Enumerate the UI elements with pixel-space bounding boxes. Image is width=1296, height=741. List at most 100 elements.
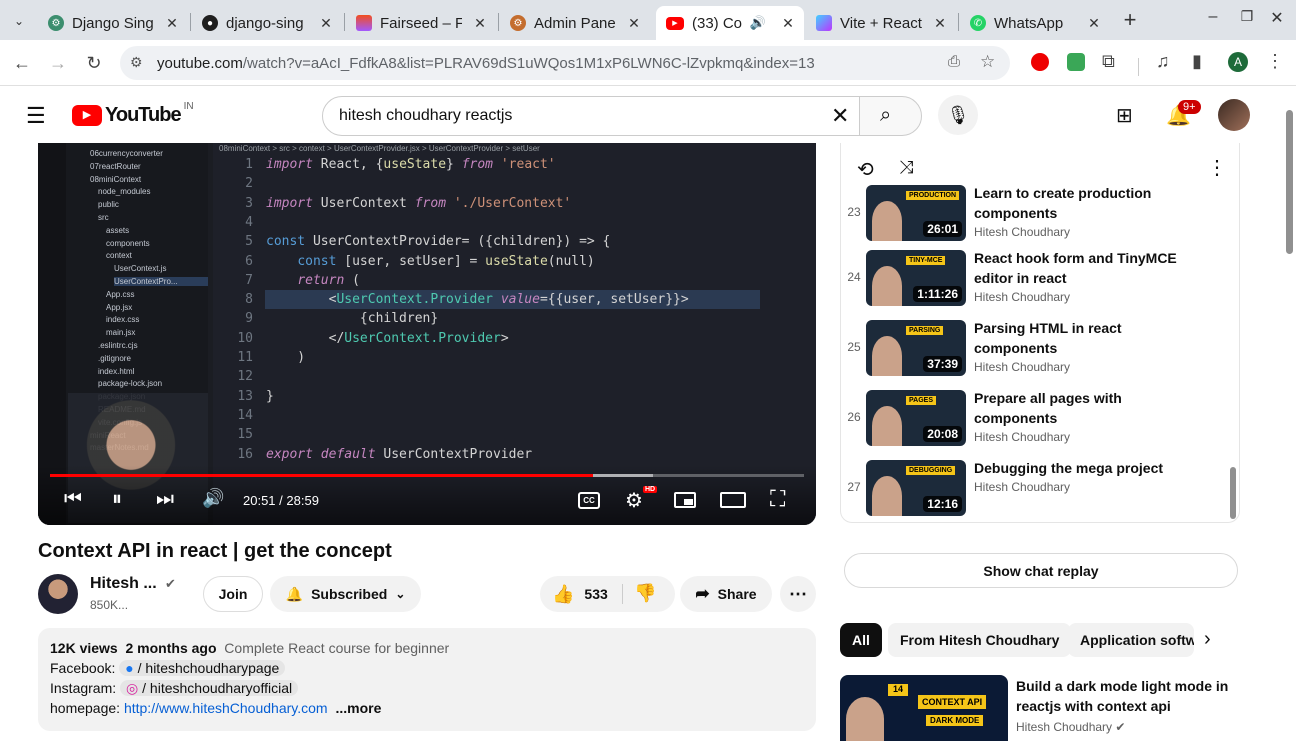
chip-from-channel[interactable]: From Hitesh Choudhary xyxy=(888,623,1072,657)
file-tree-item[interactable]: UserContextPro... xyxy=(114,277,208,286)
restore-icon[interactable]: ❐ xyxy=(1236,8,1258,25)
chip-all[interactable]: All xyxy=(840,623,882,657)
bookmark-star-icon[interactable]: ☆ xyxy=(980,52,995,72)
playlist-item[interactable]: 25 PARSING 37:39 Parsing HTML in react comp… xyxy=(841,320,1231,380)
playlist-item-title[interactable]: React hook form and TinyMCE editor in re… xyxy=(974,248,1194,288)
account-avatar[interactable] xyxy=(1218,99,1250,131)
playlist-item-title[interactable]: Debugging the mega project xyxy=(974,458,1194,478)
facebook-link[interactable]: ● / hiteshchoudharypage xyxy=(119,660,286,676)
close-icon[interactable]: ✕ xyxy=(778,15,798,32)
shield-extension-icon[interactable] xyxy=(1067,53,1085,71)
progress-bar[interactable] xyxy=(50,474,804,477)
close-icon[interactable]: ✕ xyxy=(162,15,182,32)
site-info-icon[interactable]: ⚙ xyxy=(130,54,143,71)
shuffle-icon[interactable]: ⤨ xyxy=(899,157,913,178)
tab-admin[interactable]: ⚙ Admin Pane ✕ xyxy=(500,6,650,40)
tab-youtube[interactable]: ▶ (33) Cont 🔊 ✕ xyxy=(656,6,804,40)
pause-icon[interactable]: ⏸ xyxy=(112,488,122,511)
recommended-thumbnail[interactable]: 14 CONTEXT API DARK MODE xyxy=(840,675,1008,741)
next-icon[interactable]: ⏭ xyxy=(156,488,174,511)
loop-icon[interactable]: ⟲ xyxy=(857,157,874,182)
close-icon[interactable]: ✕ xyxy=(930,15,950,32)
window-close-icon[interactable]: ✕ xyxy=(1266,8,1288,28)
recommended-author[interactable]: Hitesh Choudhary ✔ xyxy=(1016,720,1125,734)
file-tree-item[interactable]: App.jsx xyxy=(106,303,132,312)
file-tree-item[interactable]: .gitignore xyxy=(98,354,131,363)
file-tree-item[interactable]: UserContext.js xyxy=(114,264,166,273)
file-tree-item[interactable]: src xyxy=(98,213,109,222)
playlist-thumbnail[interactable]: PARSING 37:39 xyxy=(866,320,966,376)
search-box[interactable]: hitesh choudhary reactjs ✕ xyxy=(322,96,860,136)
hamburger-menu-icon[interactable]: ☰ xyxy=(26,103,46,129)
file-tree-item[interactable]: package-lock.json xyxy=(98,379,162,388)
file-tree-item[interactable]: main.jsx xyxy=(106,328,135,337)
create-video-icon[interactable]: ⊞ xyxy=(1116,103,1133,128)
playlist-item[interactable]: 24 TINY-MCE 1:11:26 React hook form and Tin… xyxy=(841,250,1231,310)
share-button[interactable]: ➦ Share xyxy=(680,576,772,612)
settings-gear-icon[interactable]: ⚙ xyxy=(625,488,643,513)
file-tree-item[interactable]: .eslintrc.cjs xyxy=(98,341,138,350)
miniplayer-icon[interactable] xyxy=(674,492,696,508)
playlist-item[interactable]: 26 PAGES 20:08 Prepare all pages with compo… xyxy=(841,390,1231,450)
channel-name[interactable]: Hitesh ... xyxy=(90,575,157,593)
address-bar[interactable]: ⚙ youtube.com/watch?v=aAcI_FdfkA8&list=P… xyxy=(120,46,1010,80)
file-tree-item[interactable]: index.css xyxy=(106,315,139,324)
extensions-puzzle-icon[interactable]: ⧉ xyxy=(1102,51,1115,72)
clear-search-icon[interactable]: ✕ xyxy=(831,103,849,129)
join-button[interactable]: Join xyxy=(203,576,263,612)
file-tree-item[interactable]: public xyxy=(98,200,119,209)
url-text[interactable]: youtube.com/watch?v=aAcI_FdfkA8&list=PLR… xyxy=(157,55,815,72)
close-icon[interactable]: ✕ xyxy=(470,15,490,32)
side-panel-icon[interactable]: ▮ xyxy=(1192,51,1202,72)
theater-mode-icon[interactable] xyxy=(720,492,746,508)
file-tree-item[interactable]: components xyxy=(106,239,150,248)
file-tree-item[interactable]: 07reactRouter xyxy=(90,162,141,171)
like-thumb-icon[interactable]: 👍 xyxy=(552,584,574,605)
playlist-thumbnail[interactable]: PAGES 20:08 xyxy=(866,390,966,446)
playlist-link[interactable]: Complete React course for beginner xyxy=(224,640,449,656)
playlist-item[interactable]: 27 DEBUGGING 12:16 Debugging the mega proje… xyxy=(841,460,1231,520)
install-app-icon[interactable]: ⎙ xyxy=(948,53,960,70)
profile-avatar[interactable]: A xyxy=(1228,52,1248,72)
minimize-icon[interactable]: – xyxy=(1202,8,1224,26)
captions-icon[interactable]: CC xyxy=(578,492,600,509)
fullscreen-icon[interactable]: ⛶ xyxy=(770,486,785,512)
search-button[interactable]: ⌕ xyxy=(859,96,922,136)
tab-vite[interactable]: Vite + React ✕ xyxy=(806,6,956,40)
previous-icon[interactable]: ⏮ xyxy=(64,488,82,511)
file-tree-item[interactable]: 08miniContext xyxy=(90,175,141,184)
youtube-logo[interactable]: ▶ YouTube IN xyxy=(72,101,194,127)
forward-arrow-icon[interactable]: → xyxy=(46,51,70,75)
video-player[interactable]: 06currencyconverter 07reactRouter 08miniCo… xyxy=(38,143,816,525)
homepage-link[interactable]: http://www.hiteshChoudhary.com xyxy=(124,700,328,716)
reload-icon[interactable]: ↻ xyxy=(82,51,106,75)
recommended-title[interactable]: Build a dark mode light mode in reactjs … xyxy=(1016,676,1236,716)
playlist-item-title[interactable]: Learn to create production components xyxy=(974,183,1194,223)
close-icon[interactable]: ✕ xyxy=(316,15,336,32)
tab-django[interactable]: ⚙ Django Sing ✕ xyxy=(38,6,188,40)
file-tree-item[interactable]: App.css xyxy=(106,290,134,299)
file-tree-item[interactable]: context xyxy=(106,251,132,260)
tab-github[interactable]: ● django-sing ✕ xyxy=(192,6,342,40)
description-box[interactable]: 12K views 2 months ago Complete React co… xyxy=(38,628,816,731)
chip-application-software[interactable]: Application softw xyxy=(1068,623,1194,657)
playlist-scrollbar[interactable] xyxy=(1230,467,1236,519)
page-scrollbar[interactable] xyxy=(1286,110,1293,254)
tab-whatsapp[interactable]: ✆ WhatsApp ✕ xyxy=(960,6,1110,40)
tab-figma[interactable]: Fairseed – Fi ✕ xyxy=(346,6,496,40)
playlist-thumbnail[interactable]: TINY-MCE 1:11:26 xyxy=(866,250,966,306)
playlist-menu-icon[interactable]: ⋮ xyxy=(1207,155,1227,180)
show-chat-replay-button[interactable]: Show chat replay xyxy=(844,553,1238,588)
audio-playing-icon[interactable]: 🔊 xyxy=(750,15,766,31)
channel-avatar[interactable] xyxy=(38,574,78,614)
playlist-item[interactable]: 23 PRODUCTION 26:01 Learn to create product… xyxy=(841,185,1231,245)
file-tree-item[interactable]: assets xyxy=(106,226,129,235)
playlist-item-title[interactable]: Parsing HTML in react components xyxy=(974,318,1194,358)
volume-icon[interactable]: 🔊 xyxy=(202,488,224,509)
close-icon[interactable]: ✕ xyxy=(1084,15,1104,32)
browser-menu-icon[interactable]: ⋮ xyxy=(1266,51,1284,72)
file-tree-item[interactable]: index.html xyxy=(98,367,134,376)
playlist-thumbnail[interactable]: DEBUGGING 12:16 xyxy=(866,460,966,516)
dislike-thumb-icon[interactable]: 👎 xyxy=(634,583,656,604)
chips-next-chevron-icon[interactable]: › xyxy=(1204,628,1211,651)
